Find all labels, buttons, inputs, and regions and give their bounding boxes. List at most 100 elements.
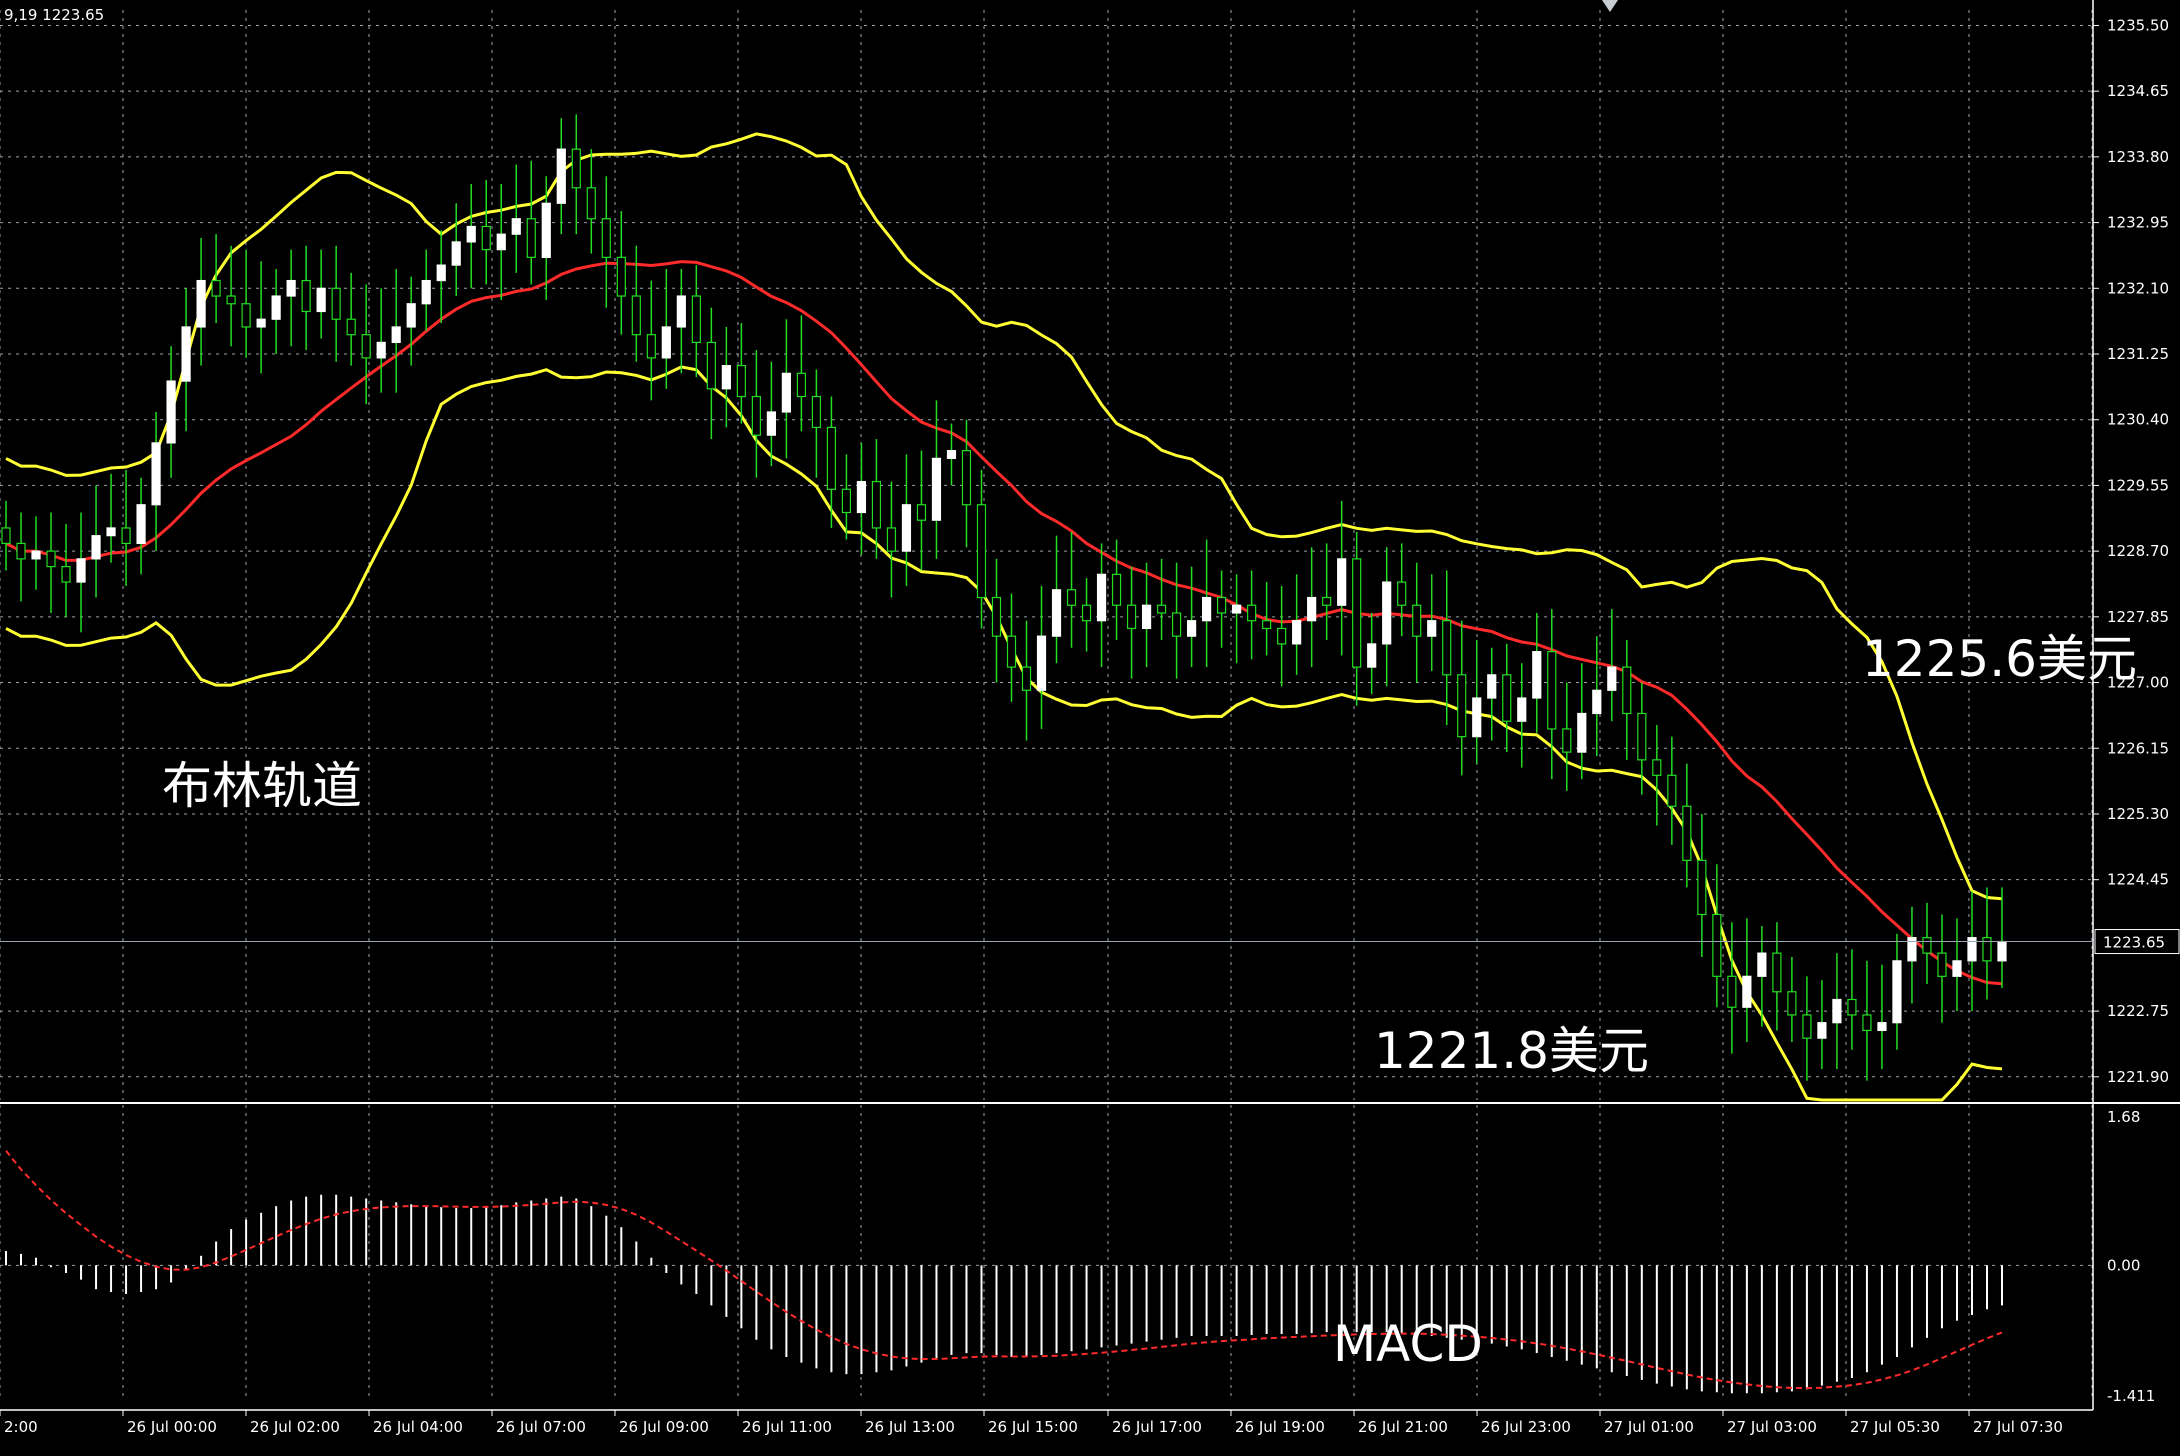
- macd-tick-label: 1.68: [2107, 1108, 2140, 1126]
- candle-body: [601, 218, 611, 258]
- candle-body: [1847, 998, 1857, 1016]
- candle-body: [511, 218, 521, 235]
- candle-body: [1667, 774, 1677, 807]
- candle-body: [436, 264, 446, 282]
- candle-body: [1607, 666, 1617, 691]
- price-tick-label: 1232.95: [2107, 214, 2169, 232]
- candle-body: [331, 287, 341, 320]
- candle-body: [616, 256, 626, 297]
- candle-body: [1051, 589, 1062, 637]
- candle-body: [961, 450, 972, 506]
- candle-body: [166, 380, 176, 444]
- candle-body: [931, 457, 942, 521]
- candle-body: [46, 550, 56, 568]
- candle-body: [1427, 620, 1437, 637]
- candle-body: [286, 279, 296, 297]
- candle-body: [826, 426, 837, 490]
- candle-body: [1862, 1014, 1872, 1032]
- candle-body: [1202, 596, 1212, 622]
- price-tick-label: 1233.80: [2107, 148, 2169, 166]
- candle-body: [1772, 952, 1782, 993]
- candle-body: [316, 287, 326, 313]
- candle-body: [1006, 635, 1017, 668]
- candle-body: [1712, 913, 1722, 977]
- candle-body: [1367, 643, 1377, 668]
- candle-body: [1937, 952, 1947, 977]
- candle-body: [706, 341, 716, 390]
- candle-body: [1217, 596, 1227, 614]
- background: [0, 0, 2180, 1452]
- candle-body: [736, 365, 746, 398]
- candle-body: [1292, 620, 1302, 645]
- candle-body: [1622, 666, 1632, 715]
- candle-body: [781, 372, 791, 413]
- candle-body: [1126, 604, 1137, 630]
- candle-body: [1111, 573, 1122, 606]
- candle-body: [1141, 604, 1152, 630]
- candle-body: [1487, 674, 1497, 699]
- candle-body: [796, 372, 806, 398]
- candle-body: [1036, 635, 1047, 691]
- candle-body: [391, 326, 401, 344]
- time-label: 26 Jul 21:00: [1358, 1418, 1448, 1436]
- candle-body: [1247, 604, 1257, 622]
- candle-body: [31, 550, 41, 560]
- candle-body: [1517, 697, 1527, 722]
- chart-canvas: 1235.50 1234.65 1233.80 1232.95 1232.10 1231.…: [0, 0, 2180, 1452]
- time-label: 26 Jul 23:00: [1481, 1418, 1571, 1436]
- price-tick-label: 1235.50: [2107, 16, 2169, 34]
- candle-body: [1322, 596, 1332, 606]
- candle-body: [1262, 620, 1272, 630]
- candle-body: [631, 295, 641, 336]
- candle-body: [16, 542, 26, 560]
- time-label: 27 Jul 01:00: [1604, 1418, 1694, 1436]
- candle-body: [1787, 991, 1797, 1016]
- candle-body: [151, 442, 161, 506]
- price-tick-label: 1230.40: [2107, 411, 2169, 429]
- price-tick-label: 1227.85: [2107, 608, 2169, 626]
- candle-body: [1532, 651, 1542, 699]
- candle-body: [991, 596, 1002, 637]
- candle-body: [376, 341, 386, 359]
- time-label: 27 Jul 03:00: [1727, 1418, 1817, 1436]
- candle-body: [406, 303, 416, 328]
- candle-body: [1081, 604, 1092, 622]
- candle-body: [496, 233, 506, 251]
- candle-body: [1472, 697, 1482, 738]
- candle-body: [556, 148, 566, 204]
- candle-body: [181, 326, 191, 382]
- candle-body: [361, 334, 371, 359]
- time-label: 26 Jul 17:00: [1112, 1418, 1202, 1436]
- time-label: 26 Jul 11:00: [742, 1418, 832, 1436]
- candle-body: [1727, 975, 1737, 1008]
- price-tick-label: 1224.45: [2107, 871, 2169, 889]
- candle-body: [1307, 596, 1317, 622]
- candle-body: [1832, 998, 1842, 1024]
- candle-body: [1186, 620, 1197, 637]
- time-label: 27 Jul 07:30: [1973, 1418, 2063, 1436]
- candle-body: [1502, 674, 1512, 722]
- time-label: 27 Jul 05:30: [1850, 1418, 1940, 1436]
- candle-body: [886, 527, 897, 552]
- candle-body: [1442, 620, 1452, 676]
- candle-body: [646, 334, 656, 359]
- time-label: 26 Jul 13:00: [865, 1418, 955, 1436]
- candle-body: [526, 218, 536, 258]
- time-label: 26 Jul 07:00: [496, 1418, 586, 1436]
- candle-body: [1817, 1022, 1827, 1039]
- candle-body: [1171, 612, 1182, 637]
- candle-body: [1096, 573, 1107, 622]
- symbol-info: 9,19 1223.65: [4, 6, 104, 24]
- candle-body: [691, 295, 701, 344]
- time-label: 26 Jul 00:00: [127, 1418, 217, 1436]
- time-label: 26 Jul 04:00: [373, 1418, 463, 1436]
- candle-body: [106, 527, 116, 537]
- candle-body: [136, 504, 146, 545]
- candle-body: [661, 326, 671, 359]
- candle-body: [541, 202, 551, 258]
- time-label: 26 Jul 02:00: [250, 1418, 340, 1436]
- chart-window: 1235.50 1234.65 1233.80 1232.95 1232.10 1231.…: [0, 0, 2180, 1452]
- candle-body: [1382, 581, 1392, 645]
- price-tick-label: 1225.30: [2107, 805, 2169, 823]
- candle-body: [1697, 859, 1707, 916]
